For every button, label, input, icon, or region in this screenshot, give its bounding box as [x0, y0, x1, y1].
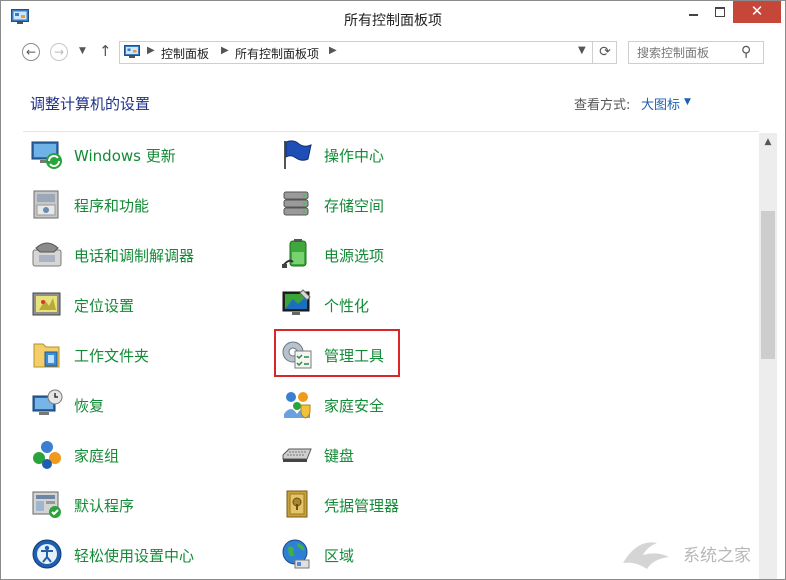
breadcrumb-separator-icon[interactable]: ▶	[329, 45, 337, 56]
search-icon[interactable]: ⚲	[741, 44, 751, 60]
item-location-settings[interactable]: 定位设置	[31, 285, 241, 323]
breadcrumb-separator-icon[interactable]: ▶	[221, 45, 229, 56]
item-label: 默认程序	[74, 497, 135, 515]
item-work-folders[interactable]: 工作文件夹	[31, 335, 241, 373]
divider	[23, 131, 759, 132]
scroll-up-button[interactable]: ▲	[759, 133, 777, 151]
windows-update-icon	[31, 141, 62, 169]
window-title: 所有控制面板项	[344, 13, 442, 29]
watermark-logo-icon	[623, 542, 669, 569]
refresh-icon: ⟳	[599, 44, 611, 60]
item-action-center[interactable]: 操作中心	[281, 135, 491, 173]
vertical-scrollbar[interactable]: ▲	[759, 133, 777, 579]
navigation-bar: ← → ▼ ↑ ▶ 控制面板 ▶ 所有控制面板项 ▶ ▼ ⟳ 搜索控制面板 ⚲	[1, 37, 785, 69]
item-family-safety[interactable]: 家庭安全	[281, 385, 491, 423]
item-label: 家庭安全	[324, 397, 385, 415]
item-homegroup[interactable]: 家庭组	[31, 435, 241, 473]
item-windows-update[interactable]: Windows 更新	[31, 135, 241, 173]
recent-locations-button[interactable]: ▼	[79, 46, 86, 56]
item-label: 工作文件夹	[74, 347, 150, 365]
item-personalization[interactable]: 个性化	[281, 285, 491, 323]
homegroup-icon	[33, 441, 61, 469]
page-title: 调整计算机的设置	[30, 95, 151, 113]
close-button[interactable]: ✕	[733, 1, 781, 23]
title-bar[interactable]: 所有控制面板项 ✕	[1, 1, 785, 37]
back-arrow-icon: ←	[25, 45, 37, 59]
family-safety-icon	[284, 392, 311, 419]
watermark-text: 系统之家	[683, 546, 751, 566]
chevron-up-icon: ▲	[764, 137, 772, 147]
item-keyboard[interactable]: 键盘	[281, 435, 491, 473]
refresh-button[interactable]: ⟳	[592, 42, 617, 63]
power-options-icon	[282, 239, 307, 268]
item-power-options[interactable]: 电源选项	[281, 235, 491, 273]
chevron-down-icon[interactable]: ▼	[684, 97, 691, 107]
breadcrumb-all-items[interactable]: 所有控制面板项	[235, 45, 319, 62]
credential-manager-icon	[286, 490, 308, 518]
minimize-button[interactable]	[681, 1, 707, 23]
item-label: 操作中心	[324, 147, 385, 165]
region-icon	[282, 539, 310, 569]
item-label: 存储空间	[324, 197, 385, 215]
item-credential-manager[interactable]: 凭据管理器	[281, 485, 491, 523]
item-label: 个性化	[324, 297, 370, 315]
breadcrumb-control-panel[interactable]: 控制面板	[161, 45, 209, 62]
item-label: 程序和功能	[74, 197, 150, 215]
watermark: 系统之家	[613, 531, 783, 575]
item-recovery[interactable]: 恢复	[31, 385, 241, 423]
item-administrative-tools[interactable]: 管理工具	[281, 335, 491, 373]
item-programs-features[interactable]: 程序和功能	[31, 185, 241, 223]
scroll-thumb[interactable]	[761, 211, 775, 359]
item-label: 凭据管理器	[324, 497, 400, 515]
personalization-icon	[282, 289, 311, 315]
item-default-programs[interactable]: 默认程序	[31, 485, 241, 523]
search-box[interactable]: ⚲	[628, 41, 764, 64]
item-label: Windows 更新	[74, 147, 176, 165]
item-label: 定位设置	[74, 297, 135, 315]
control-panel-icon	[124, 45, 140, 58]
ease-of-access-icon	[32, 539, 62, 569]
control-panel-items: Windows 更新 程序和功能 电话和调制解调器 定位设置 工作文件夹 恢复 …	[1, 133, 759, 579]
search-input[interactable]	[629, 42, 747, 63]
item-storage-spaces[interactable]: 存储空间	[281, 185, 491, 223]
work-folders-icon	[33, 343, 60, 368]
view-by-label: 查看方式:	[574, 98, 631, 113]
up-button[interactable]: ↑	[99, 42, 112, 60]
phone-modem-icon	[32, 242, 62, 267]
item-label: 恢复	[74, 397, 105, 415]
close-icon: ✕	[750, 2, 764, 20]
item-phone-modem[interactable]: 电话和调制解调器	[31, 235, 241, 273]
back-button[interactable]: ←	[22, 43, 40, 61]
control-panel-window: 所有控制面板项 ✕ ← → ▼ ↑ ▶ 控制面板 ▶ 所有控制面板项 ▶ ▼ ⟳…	[0, 0, 786, 580]
action-center-icon	[284, 140, 312, 169]
keyboard-icon	[282, 448, 312, 462]
item-label: 电话和调制解调器	[74, 247, 195, 265]
item-label: 家庭组	[74, 447, 120, 465]
default-programs-icon	[32, 491, 61, 518]
recovery-icon	[32, 389, 63, 415]
address-dropdown-icon[interactable]: ▼	[578, 45, 586, 56]
forward-arrow-icon: →	[53, 45, 65, 59]
up-arrow-icon: ↑	[99, 42, 112, 60]
administrative-tools-icon	[282, 341, 312, 369]
item-label: 轻松使用设置中心	[74, 547, 195, 565]
address-bar[interactable]: ▶ 控制面板 ▶ 所有控制面板项 ▶ ▼ ⟳	[119, 41, 617, 64]
item-label: 电源选项	[324, 247, 385, 265]
storage-spaces-icon	[283, 191, 309, 216]
location-settings-icon	[32, 292, 61, 316]
programs-features-icon	[33, 190, 59, 219]
item-label: 管理工具	[324, 347, 385, 365]
view-by-dropdown[interactable]: 大图标	[641, 94, 680, 113]
item-label: 键盘	[324, 447, 355, 465]
item-region[interactable]: 区域	[281, 535, 491, 573]
chevron-down-icon: ▼	[79, 46, 86, 56]
forward-button[interactable]: →	[50, 43, 68, 61]
maximize-button[interactable]	[707, 1, 733, 23]
item-label: 区域	[324, 547, 355, 565]
item-ease-of-access[interactable]: 轻松使用设置中心	[31, 535, 241, 573]
breadcrumb-separator-icon[interactable]: ▶	[147, 45, 155, 56]
